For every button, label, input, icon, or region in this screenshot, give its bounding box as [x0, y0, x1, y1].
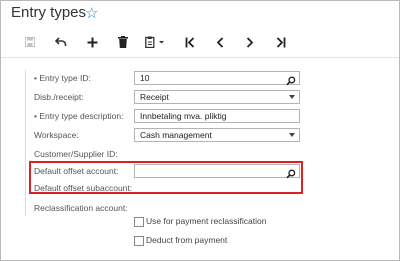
last-record-icon[interactable]: [273, 27, 289, 57]
add-icon[interactable]: [84, 27, 100, 57]
reclassification-account-label: Reclassification account:: [34, 203, 128, 213]
save-icon[interactable]: [23, 27, 37, 57]
entry-type-description-label: • Entry type description:: [34, 111, 124, 121]
undo-icon[interactable]: [53, 27, 69, 57]
next-record-icon[interactable]: [242, 27, 258, 57]
entry-type-id-field[interactable]: 10: [134, 71, 300, 86]
entry-type-description-field[interactable]: Innbetaling mva. pliktig: [134, 109, 300, 123]
disb-receipt-value: Receipt: [140, 92, 169, 102]
delete-icon[interactable]: [115, 27, 131, 57]
entry-type-form: • Entry type ID: 10 Disb./receipt: Recei…: [1, 58, 399, 260]
chevron-down-icon[interactable]: [289, 133, 295, 137]
page-title: Entry types: [11, 4, 87, 21]
customer-supplier-id-label: Customer/Supplier ID:: [34, 149, 118, 159]
workspace-value: Cash management: [140, 130, 212, 140]
title-bar: Entry types ☆: [1, 1, 399, 27]
form-gutter-divider: [25, 70, 26, 216]
use-for-payment-reclassification-label: Use for payment reclassification: [146, 216, 267, 226]
chevron-down-icon[interactable]: [289, 95, 295, 99]
entry-type-description-value: Innbetaling mva. pliktig: [140, 111, 227, 121]
toolbar: [1, 27, 399, 58]
favorite-star-icon[interactable]: ☆: [85, 4, 98, 22]
deduct-from-payment-checkbox[interactable]: [134, 236, 144, 246]
use-for-payment-reclassification-checkbox[interactable]: [134, 217, 144, 227]
highlight-box: [29, 161, 303, 194]
workspace-select[interactable]: Cash management: [134, 128, 300, 142]
disb-receipt-select[interactable]: Receipt: [134, 90, 300, 104]
copy-paste-menu-icon[interactable]: [144, 27, 168, 57]
search-icon[interactable]: [286, 73, 296, 91]
deduct-from-payment-label: Deduct from payment: [146, 235, 228, 245]
disb-receipt-label: Disb./receipt:: [34, 92, 84, 102]
workspace-label: Workspace:: [34, 130, 79, 140]
entry-type-id-value: 10: [140, 73, 150, 83]
entry-types-window: Entry types ☆ • Entry type ID: 10 Disb./…: [0, 0, 400, 261]
entry-type-id-label: • Entry type ID:: [34, 73, 91, 83]
previous-record-icon[interactable]: [212, 27, 228, 57]
first-record-icon[interactable]: [182, 27, 198, 57]
